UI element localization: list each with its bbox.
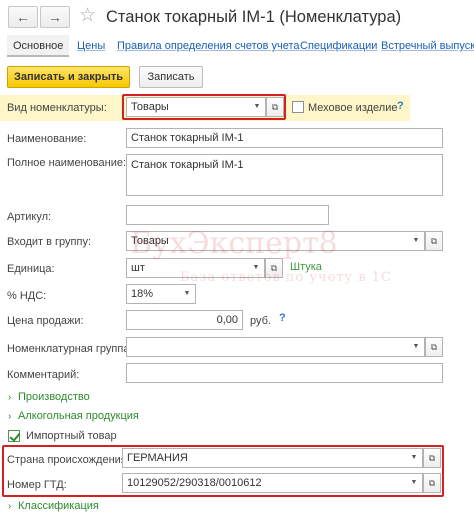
article-label: Артикул:: [7, 211, 52, 223]
back-button[interactable]: ←: [8, 6, 38, 28]
currency-label: руб.: [250, 315, 271, 327]
group-classification[interactable]: › Классификация: [8, 499, 99, 514]
unit-label: Единица:: [7, 263, 55, 275]
tab-specifications[interactable]: Спецификации: [300, 37, 377, 55]
arrow-right-icon: →: [48, 9, 62, 25]
name-label: Наименование:: [7, 133, 87, 145]
open-icon[interactable]: ⧉: [425, 231, 443, 251]
imported-label: Импортный товар: [26, 430, 117, 442]
nom-group-field[interactable]: ▼: [126, 337, 425, 357]
group-classification-label: Классификация: [18, 500, 99, 512]
name-input[interactable]: Станок токарный IM-1: [126, 128, 443, 148]
vat-value: 18%: [131, 288, 154, 300]
dropdown-arrow-icon[interactable]: ▼: [408, 338, 424, 356]
dropdown-arrow-icon[interactable]: ▼: [406, 449, 422, 467]
group-alcohol[interactable]: › Алкогольная продукция: [8, 409, 139, 424]
open-icon[interactable]: ⧉: [425, 337, 443, 357]
comment-input[interactable]: [126, 363, 443, 383]
dropdown-arrow-icon[interactable]: ▼: [179, 285, 195, 303]
group-production-label: Производство: [18, 391, 90, 403]
group-production[interactable]: › Производство: [8, 390, 90, 405]
gtd-value: 10129052/290318/0010612: [127, 477, 262, 489]
nom-group-label: Номенклатурная группа:: [7, 343, 133, 355]
group-label: Входит в группу:: [7, 236, 91, 248]
dropdown-arrow-icon[interactable]: ▼: [408, 232, 424, 250]
full-name-textarea[interactable]: Станок токарный IM-1: [126, 154, 443, 196]
group-value: Товары: [131, 235, 169, 247]
vat-select[interactable]: 18% ▼: [126, 284, 196, 304]
gtd-field[interactable]: 10129052/290318/0010612 ▼: [122, 473, 423, 493]
origin-label: Страна происхождения:: [7, 454, 130, 466]
tab-counter-release[interactable]: Встречный выпуск: [381, 37, 474, 55]
origin-value: ГЕРМАНИЯ: [127, 452, 188, 464]
help-icon[interactable]: ?: [279, 312, 286, 324]
kind-label: Вид номенклатуры:: [7, 102, 107, 114]
group-field[interactable]: Товары ▼: [126, 231, 425, 251]
window-title: Станок токарный IM-1 (Номенклатура): [106, 8, 402, 26]
chevron-right-icon: ›: [8, 411, 12, 422]
comment-label: Комментарий:: [7, 369, 80, 381]
vat-label: % НДС:: [7, 290, 47, 302]
chevron-right-icon: ›: [8, 501, 12, 512]
fur-label: Меховое изделие: [308, 102, 398, 114]
tab-prices[interactable]: Цены: [77, 37, 105, 55]
origin-field[interactable]: ГЕРМАНИЯ ▼: [122, 448, 423, 468]
open-icon[interactable]: ⧉: [265, 258, 283, 278]
save-and-close-button[interactable]: Записать и закрыть: [7, 66, 130, 88]
open-icon[interactable]: ⧉: [423, 473, 441, 493]
forward-button[interactable]: →: [40, 6, 70, 28]
open-icon[interactable]: ⧉: [423, 448, 441, 468]
price-input[interactable]: 0,00: [126, 310, 243, 330]
unit-field[interactable]: шт ▼: [126, 258, 265, 278]
arrow-left-icon: ←: [16, 9, 30, 25]
price-label: Цена продажи:: [7, 315, 84, 327]
unit-value: шт: [131, 262, 145, 274]
dropdown-arrow-icon[interactable]: ▼: [406, 474, 422, 492]
article-input[interactable]: [126, 205, 329, 225]
imported-checkbox[interactable]: [8, 430, 20, 442]
fur-checkbox[interactable]: [292, 101, 304, 113]
group-alcohol-label: Алкогольная продукция: [18, 410, 139, 422]
favorite-star-icon[interactable]: ☆: [79, 5, 96, 27]
full-name-label: Полное наименование:: [7, 157, 127, 169]
help-icon[interactable]: ?: [397, 100, 404, 112]
highlight-frame-kind: [122, 94, 286, 120]
gtd-label: Номер ГТД:: [7, 479, 67, 491]
chevron-right-icon: ›: [8, 392, 12, 403]
tab-main[interactable]: Основное: [7, 35, 70, 57]
unit-full-name: Штука: [290, 261, 322, 273]
tab-account-rules[interactable]: Правила определения счетов учета: [117, 37, 300, 55]
dropdown-arrow-icon[interactable]: ▼: [248, 259, 264, 277]
save-button[interactable]: Записать: [139, 66, 203, 88]
